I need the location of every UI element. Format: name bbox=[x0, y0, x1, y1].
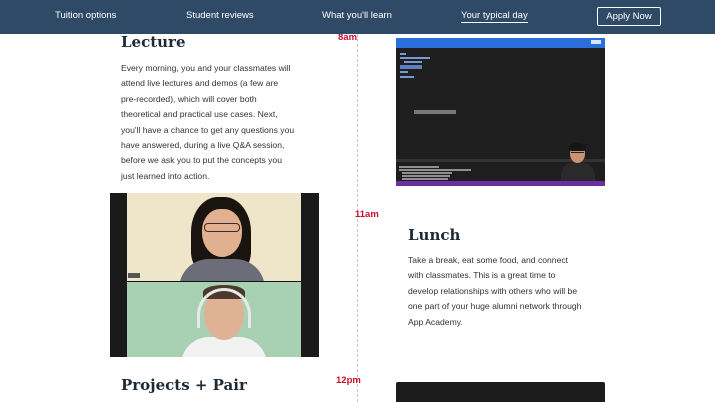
time-11am: 11am bbox=[355, 209, 379, 220]
participant-tile-top bbox=[127, 193, 301, 281]
lecture-line: attend live lectures and demos (a few ar… bbox=[121, 78, 279, 89]
projects-screenshot-image bbox=[396, 382, 605, 402]
editor-titlebar bbox=[396, 38, 605, 48]
lecture-line: you'll have a chance to get any question… bbox=[121, 124, 295, 135]
video-call-image bbox=[110, 193, 319, 357]
nav-tuition-options[interactable]: Tuition options bbox=[55, 10, 116, 21]
top-nav: Tuition options Student reviews What you… bbox=[0, 0, 715, 34]
lunch-heading: Lunch bbox=[408, 226, 461, 244]
lunch-description: Take a break, eat some food, and connect… bbox=[408, 253, 608, 330]
lecture-line: theoretical and practical use cases. Nex… bbox=[121, 109, 278, 120]
projects-heading: Projects + Pair bbox=[121, 376, 247, 394]
lunch-line: one part of your huge alumni network thr… bbox=[408, 301, 582, 312]
nav-what-youll-learn[interactable]: What you'll learn bbox=[322, 10, 392, 21]
nav-student-reviews[interactable]: Student reviews bbox=[186, 10, 254, 21]
lunch-line: develop relationships with others who wi… bbox=[408, 285, 578, 296]
lecture-line: pre-recorded), which will cover both bbox=[121, 93, 257, 104]
lecture-heading: Lecture bbox=[121, 33, 186, 51]
apply-now-button[interactable]: Apply Now bbox=[597, 7, 661, 26]
nav-your-typical-day[interactable]: Your typical day bbox=[461, 10, 528, 23]
lunch-line: Take a break, eat some food, and connect bbox=[408, 255, 569, 265]
lecture-description: Every morning, you and your classmates w… bbox=[121, 61, 321, 184]
lecture-line: Every morning, you and your classmates w… bbox=[121, 63, 291, 73]
participant-tile-bottom bbox=[127, 282, 301, 357]
time-12pm: 12pm bbox=[336, 375, 361, 386]
lecture-screenshot-image bbox=[396, 38, 605, 186]
lunch-line: App Academy. bbox=[408, 316, 463, 327]
presenter-webcam bbox=[558, 142, 598, 183]
lecture-line: have answered, during a live Q&A session… bbox=[121, 140, 285, 151]
lunch-line: with classmates. This is a great time to bbox=[408, 270, 556, 281]
lecture-line: before we ask you to put the concepts yo… bbox=[121, 155, 282, 166]
lecture-line: just learned into action. bbox=[121, 170, 210, 181]
